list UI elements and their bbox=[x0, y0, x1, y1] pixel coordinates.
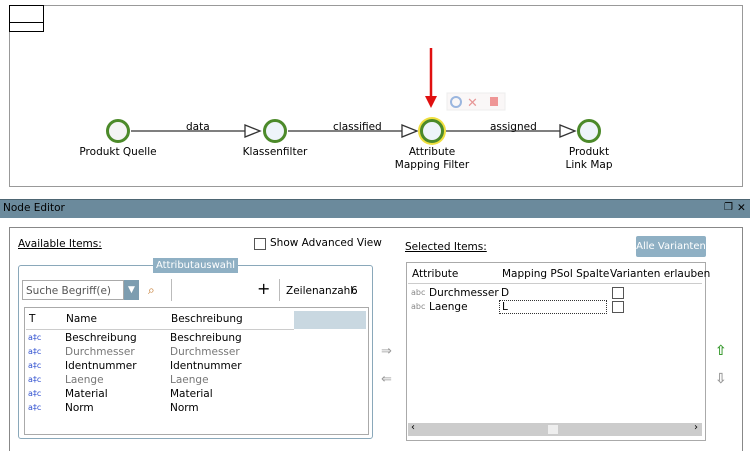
move-up-arrow[interactable]: ⇧ bbox=[715, 343, 727, 359]
type-string-icon: a‡c bbox=[28, 361, 42, 370]
mapping-input[interactable]: D bbox=[499, 286, 605, 300]
list-item-name[interactable]: Beschreibung bbox=[65, 331, 137, 345]
type-string-icon: a‡c bbox=[28, 333, 42, 342]
column-header-attribute[interactable]: Attribute bbox=[412, 268, 458, 280]
allow-variants-checkbox[interactable] bbox=[612, 301, 624, 313]
node-attribute-mapping-filter[interactable] bbox=[420, 119, 444, 143]
search-input[interactable]: Suche Begriff(e) bbox=[22, 280, 124, 300]
node-label: Attribute Mapping Filter bbox=[394, 146, 470, 171]
list-item-description[interactable]: Norm bbox=[170, 401, 199, 415]
list-item-description[interactable]: Material bbox=[170, 387, 213, 401]
column-header-allow-variants[interactable]: Varianten erlauben bbox=[610, 268, 710, 280]
row-count-label: Zeilenanzahl: bbox=[286, 285, 357, 297]
column-header-name[interactable]: Name bbox=[66, 313, 97, 325]
node-produkt-quelle[interactable] bbox=[106, 119, 130, 143]
add-button[interactable]: + bbox=[257, 279, 270, 298]
remove-from-selected-arrow[interactable]: ⇐ bbox=[381, 372, 392, 387]
row-count-value: 6 bbox=[351, 285, 358, 297]
list-item-name[interactable]: Material bbox=[65, 387, 108, 401]
separator bbox=[279, 279, 280, 301]
panel-title: Node Editor bbox=[3, 202, 65, 214]
svg-text:✕: ✕ bbox=[467, 96, 478, 111]
node-label: Produkt Quelle bbox=[79, 146, 157, 158]
type-label: abc bbox=[411, 302, 426, 311]
edge-label: assigned bbox=[490, 121, 537, 133]
type-string-icon: a‡c bbox=[28, 403, 42, 412]
type-string-icon: a‡c bbox=[28, 375, 42, 384]
type-label: abc bbox=[411, 288, 426, 297]
all-variants-button[interactable]: Alle Varianten bbox=[636, 236, 706, 257]
allow-variants-checkbox[interactable] bbox=[612, 287, 624, 299]
column-header-type[interactable]: T bbox=[29, 313, 35, 325]
list-item-name[interactable]: Durchmesser bbox=[65, 345, 135, 359]
red-arrow-indicator bbox=[425, 48, 437, 108]
column-header-description[interactable]: Beschreibung bbox=[171, 313, 243, 325]
list-item-description[interactable]: Durchmesser bbox=[170, 345, 240, 359]
selected-items-label: Selected Items: bbox=[405, 241, 487, 253]
add-to-selected-arrow[interactable]: ⇒ bbox=[381, 344, 392, 359]
selected-attribute[interactable]: Laenge bbox=[429, 300, 468, 314]
show-advanced-label: Show Advanced View bbox=[270, 237, 382, 249]
list-item-description[interactable]: Laenge bbox=[170, 373, 209, 387]
list-item-name[interactable]: Norm bbox=[65, 401, 94, 415]
search-dropdown-button[interactable]: ▼ bbox=[124, 280, 139, 300]
column-header-mapping[interactable]: Mapping PSol Spalte bbox=[502, 268, 609, 280]
available-items-label: Available Items: bbox=[18, 238, 102, 250]
float-panel-icon[interactable]: ❐ bbox=[724, 202, 733, 213]
node-produkt-link-map[interactable] bbox=[577, 119, 601, 143]
node-klassenfilter[interactable] bbox=[263, 119, 287, 143]
type-string-icon: a‡c bbox=[28, 389, 42, 398]
node-label: Produkt Link Map bbox=[565, 146, 613, 171]
move-down-arrow[interactable]: ⇩ bbox=[715, 371, 727, 387]
diagram-edges: ✕ bbox=[131, 48, 577, 138]
list-item-description[interactable]: Beschreibung bbox=[170, 331, 242, 345]
show-advanced-checkbox[interactable] bbox=[254, 238, 266, 250]
horizontal-scrollbar[interactable]: ‹ › bbox=[408, 422, 702, 436]
search-icon[interactable]: ⌕ bbox=[148, 283, 155, 298]
node-toolbar: ✕ bbox=[446, 92, 506, 111]
type-string-icon: a‡c bbox=[28, 347, 42, 356]
group-label: Attributauswahl bbox=[153, 258, 238, 273]
edge-label: classified bbox=[333, 121, 382, 133]
list-item-name[interactable]: Laenge bbox=[65, 373, 104, 387]
node-label: Klassenfilter bbox=[242, 146, 308, 158]
separator bbox=[171, 279, 172, 301]
list-item-name[interactable]: Identnummer bbox=[65, 359, 137, 373]
selected-attribute[interactable]: Durchmesser bbox=[429, 286, 499, 300]
list-item-description[interactable]: Identnummer bbox=[170, 359, 242, 373]
node-editor-header: Node Editor ❐ ✕ bbox=[0, 199, 750, 218]
close-icon[interactable]: ✕ bbox=[737, 202, 746, 214]
edge-label: data bbox=[186, 121, 210, 133]
mapping-input[interactable]: L bbox=[499, 300, 607, 314]
